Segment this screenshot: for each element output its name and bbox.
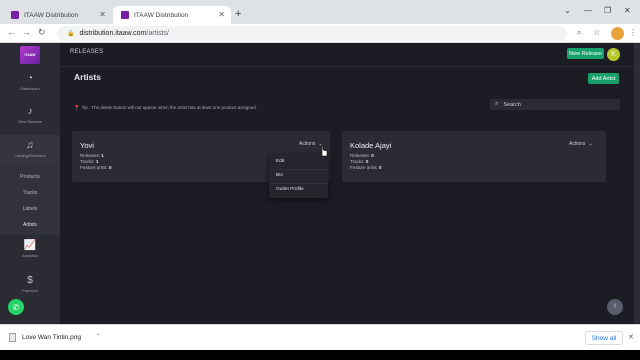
tab-title: ITAAW Distribution	[134, 11, 189, 19]
whatsapp-icon[interactable]: ✆	[8, 299, 24, 315]
sidebar-item-new-release[interactable]: ♪ New Release	[0, 106, 60, 130]
tab-search-icon[interactable]: ⌄	[564, 6, 571, 15]
file-icon	[9, 333, 16, 342]
menu-item-edit[interactable]: Edit	[276, 159, 284, 164]
dollar-icon: $	[27, 275, 33, 286]
sidebar-subitem-products[interactable]: Products	[0, 174, 60, 180]
browser-tab[interactable]: ITAAW Distribution ✕	[3, 6, 112, 24]
new-tab-icon[interactable]: +	[235, 8, 241, 20]
close-tab-icon[interactable]: ✕	[218, 10, 225, 19]
site-favicon-icon	[121, 11, 129, 19]
catalog-icon: ♫	[26, 140, 34, 151]
maximize-icon[interactable]: ❐	[604, 6, 611, 15]
sidebar-item-label: Dashboard	[20, 86, 40, 91]
search-icon: ⌕	[495, 101, 499, 107]
artist-feature: Feature artist: 0	[80, 165, 112, 170]
reload-icon[interactable]: ↻	[38, 27, 46, 38]
sidebar-item-label: New Release	[18, 119, 42, 124]
back-icon[interactable]: ←	[7, 27, 16, 37]
tip-message: Tip : The delete button will not appear …	[81, 105, 257, 110]
actions-label: Actions	[569, 141, 586, 147]
sidebar-item-catalog[interactable]: ♫ Catalog/Releases	[0, 135, 60, 165]
screen-border	[0, 350, 640, 360]
browser-tab-active[interactable]: ITAAW Distribution ✕	[113, 6, 231, 24]
download-file-name[interactable]: Love Wan Tintin.png	[22, 334, 81, 341]
menu-item-outlet-profile[interactable]: Outlet Profile	[276, 187, 304, 192]
help-fab-button[interactable]: !	[607, 299, 623, 315]
menu-item-bio[interactable]: Bio	[276, 173, 283, 178]
sidebar: ITAAW ◔ Dashboard ♪ New Release ♫ Catalo…	[0, 43, 60, 324]
lock-icon: 🔒	[67, 31, 75, 37]
sidebar-item-label: Payment	[22, 288, 38, 293]
search-placeholder: Search	[503, 101, 521, 108]
window-close-icon[interactable]: ✕	[624, 6, 631, 15]
download-shelf: Love Wan Tintin.png ⌃ Show all ✕	[0, 324, 640, 350]
bookmark-star-icon[interactable]: ☆	[593, 28, 600, 37]
browser-toolbar: ← → ↻ 🔒 distribution.itaaw.com /artists/…	[0, 24, 640, 43]
close-shelf-icon[interactable]: ✕	[628, 333, 634, 341]
sidebar-subitem-tracks[interactable]: Tracks	[0, 190, 60, 196]
artist-name: Kolade Ajayi	[350, 141, 392, 150]
page-scrollbar[interactable]	[634, 43, 640, 324]
minimize-icon[interactable]: —	[584, 6, 592, 15]
sidebar-item-label: Catalog/Releases	[14, 153, 46, 158]
url-domain: distribution.itaaw.com	[79, 30, 147, 37]
user-avatar[interactable]: K	[607, 48, 620, 61]
menu-divider	[269, 169, 328, 170]
actions-label: Actions	[299, 141, 316, 147]
page-title: Artists	[74, 72, 101, 82]
site-favicon-icon	[11, 11, 19, 19]
search-input[interactable]: ⌕ Search	[490, 99, 620, 110]
sidebar-item-payment[interactable]: $ Payment	[0, 275, 60, 299]
music-note-icon: ♪	[27, 106, 33, 117]
tip-text: 📍 Tip : The delete button will not appear…	[74, 105, 257, 111]
artist-card: Kolade Ajayi Releases: 0 Tracks: 0 Featu…	[342, 131, 606, 182]
artist-name: Yovi	[80, 141, 94, 150]
browser-profile-avatar[interactable]	[611, 27, 624, 40]
chrome-menu-icon[interactable]: ⋮	[629, 28, 637, 37]
tab-title: ITAAW Distribution	[24, 11, 79, 19]
mouse-pointer-icon	[321, 146, 328, 157]
artist-tracks: Tracks: 1	[80, 159, 99, 164]
sidebar-subitem-artists[interactable]: Artists	[0, 222, 60, 228]
chevron-down-icon: ⌄	[588, 141, 593, 147]
header-divider	[60, 66, 640, 67]
chevron-up-icon[interactable]: ⌃	[96, 333, 101, 340]
browser-tab-bar: ITAAW Distribution ✕ ITAAW Distribution …	[0, 0, 640, 24]
sidebar-subitem-labels[interactable]: Labels	[0, 206, 60, 212]
artist-tracks: Tracks: 0	[350, 159, 369, 164]
sidebar-item-analytics[interactable]: 📈 Analytics	[0, 240, 60, 264]
zoom-icon[interactable]: ⌕	[577, 28, 581, 38]
url-path: /artists/	[146, 30, 169, 37]
pin-icon: 📍	[74, 105, 80, 110]
chart-icon: 📈	[23, 240, 37, 251]
dashboard-icon: ◔	[26, 73, 34, 84]
top-section-label: RELEASES	[70, 49, 104, 55]
artist-feature: Feature artist: 0	[350, 165, 382, 170]
itaaw-logo[interactable]: ITAAW	[20, 46, 40, 64]
sidebar-item-label: Analytics	[21, 253, 38, 258]
actions-dropdown-button[interactable]: Actions ⌄	[569, 141, 593, 147]
add-artist-button[interactable]: Add Artist	[588, 73, 619, 84]
menu-divider	[269, 183, 328, 184]
new-release-button[interactable]: New Release	[567, 48, 604, 59]
actions-menu: Edit Bio Outlet Profile	[269, 154, 328, 198]
close-tab-icon[interactable]: ✕	[99, 10, 106, 19]
sidebar-item-dashboard[interactable]: ◔ Dashboard	[0, 73, 60, 97]
address-bar[interactable]: 🔒 distribution.itaaw.com /artists/	[57, 26, 567, 41]
artist-releases: Releases: 0	[350, 153, 374, 158]
forward-icon[interactable]: →	[22, 27, 31, 37]
artist-releases: Releases: 1	[80, 153, 104, 158]
show-all-button[interactable]: Show all	[585, 331, 623, 345]
